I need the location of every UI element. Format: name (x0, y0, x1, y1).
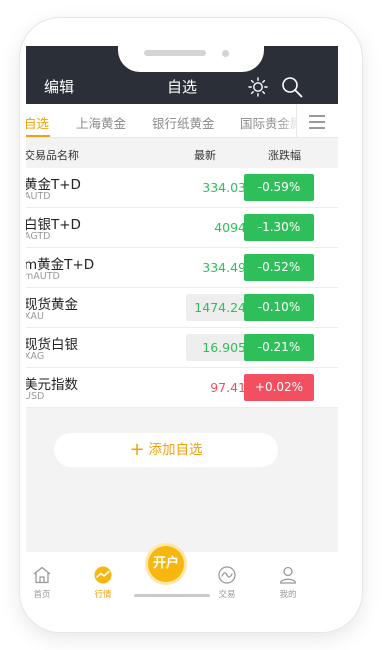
add-watchlist-label: 添加自选 (148, 442, 203, 458)
table-row[interactable]: 白银T+D AGTD 4094 -1.30% (26, 208, 338, 248)
tab-mine[interactable]: 我的 (268, 566, 308, 600)
app-screen: 编辑 自选 自选 上海黄金 银行纸黄金 国际贵金属 交易品名称 最新 涨跌幅 黄… (26, 46, 338, 606)
market-trend-icon (94, 566, 112, 584)
tab-mine-label: 我的 (279, 590, 297, 600)
tab-home-label: 首页 (33, 590, 51, 600)
instrument-code: AUTD (26, 191, 51, 202)
table-row[interactable]: m黄金T+D mAUTD 334.49 -0.52% (26, 248, 338, 288)
instrument-code: AGTD (26, 231, 51, 242)
table-row[interactable]: 黄金T+D AUTD 334.03 -0.59% (26, 168, 338, 208)
instrument-name: m黄金T+D (26, 257, 95, 273)
change-badge[interactable]: -1.30% (244, 214, 314, 241)
column-change-header: 涨跌幅 (268, 149, 301, 162)
column-price-header: 最新 (194, 149, 216, 162)
tab-shanghai-gold[interactable]: 上海黄金 (76, 113, 126, 132)
column-header: 交易品名称 最新 涨跌幅 (26, 138, 338, 168)
speaker-grille (144, 50, 206, 56)
instrument-name: 美元指数 (26, 377, 78, 393)
category-tabs: 自选 上海黄金 银行纸黄金 国际贵金属 (26, 104, 338, 138)
tab-bank-paper-gold[interactable]: 银行纸黄金 (152, 113, 215, 132)
active-tab-indicator (26, 135, 50, 137)
tab-watchlist[interactable]: 自选 (26, 113, 49, 132)
quote-list: 黄金T+D AUTD 334.03 -0.59% 白银T+D AGTD 4094… (26, 168, 338, 408)
change-badge[interactable]: -0.10% (244, 294, 314, 321)
table-row[interactable]: 现货白银 XAG 16.905 -0.21% (26, 328, 338, 368)
table-row[interactable]: 现货黄金 XAU 1474.24 -0.10% (26, 288, 338, 328)
instrument-name: 现货白银 (26, 337, 78, 353)
instrument-code: USD (26, 391, 45, 402)
front-camera (222, 50, 229, 57)
home-indicator (134, 594, 210, 597)
change-badge[interactable]: +0.02% (244, 374, 314, 401)
column-name-header: 交易品名称 (26, 149, 79, 162)
instrument-name: 黄金T+D (26, 177, 81, 193)
change-badge[interactable]: -0.21% (244, 334, 314, 361)
instrument-code: XAG (26, 351, 45, 362)
tab-home[interactable]: 首页 (26, 566, 62, 600)
instrument-name: 现货黄金 (26, 297, 78, 313)
latest-price: 4094 (214, 220, 246, 235)
home-icon (33, 566, 51, 584)
latest-price: 334.49 (202, 260, 246, 275)
trade-wave-icon (218, 566, 236, 584)
plus-icon: + (129, 439, 145, 460)
tab-market[interactable]: 行情 (83, 566, 123, 600)
tab-trade-label: 交易 (218, 590, 236, 600)
sun-icon[interactable] (248, 77, 268, 97)
instrument-code: XAU (26, 311, 44, 322)
menu-icon[interactable] (296, 104, 338, 137)
table-row[interactable]: 美元指数 USD 97.41 +0.02% (26, 368, 338, 408)
latest-price: 334.03 (202, 180, 246, 195)
user-icon (279, 566, 297, 584)
open-account-button[interactable]: 开户 (148, 546, 184, 582)
tab-trade[interactable]: 交易 (207, 566, 247, 600)
change-badge[interactable]: -0.59% (244, 174, 314, 201)
change-badge[interactable]: -0.52% (244, 254, 314, 281)
latest-price: 97.41 (210, 380, 246, 395)
tab-market-label: 行情 (94, 590, 112, 600)
instrument-name: 白银T+D (26, 217, 81, 233)
phone-notch (118, 30, 264, 72)
add-watchlist-button[interactable]: + 添加自选 (54, 433, 278, 467)
instrument-code: mAUTD (26, 271, 60, 282)
search-icon[interactable] (281, 76, 303, 98)
